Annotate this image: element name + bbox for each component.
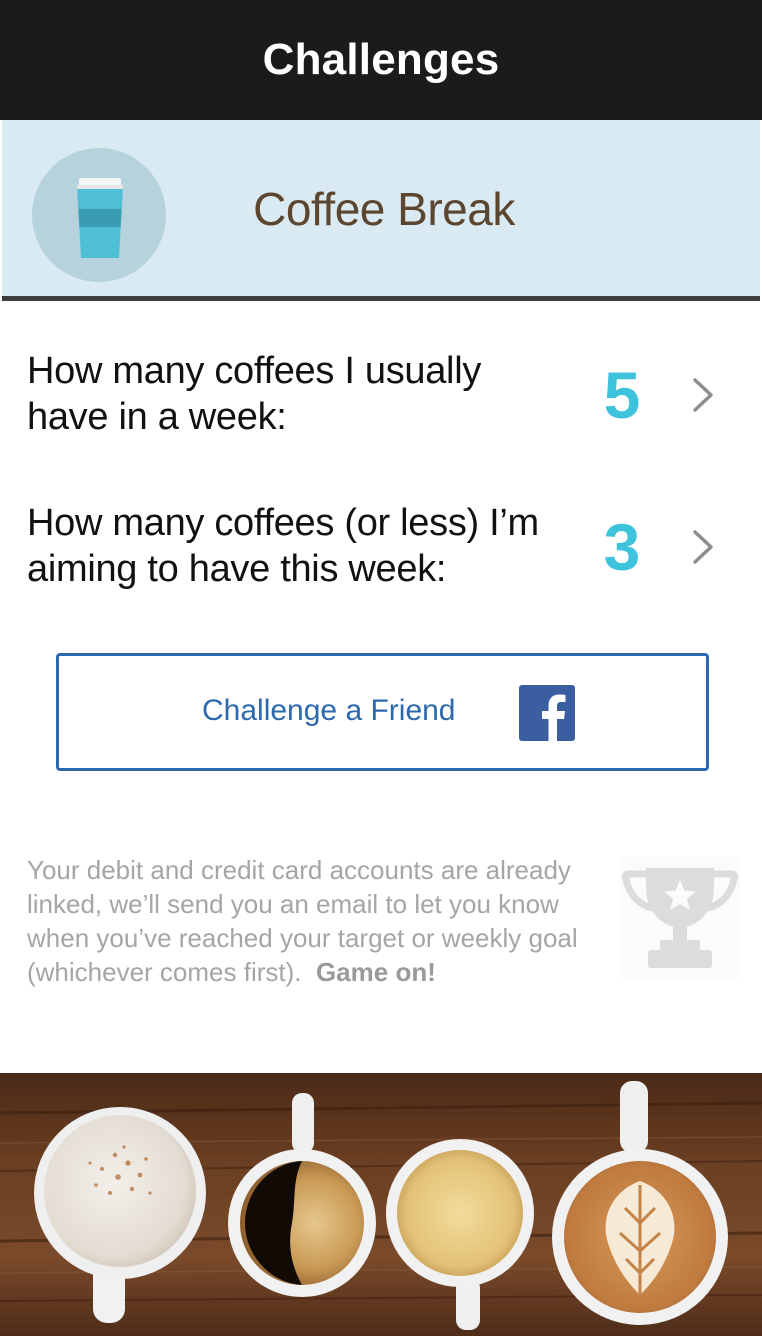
challenge-friend-button[interactable]: Challenge a Friend (56, 653, 709, 771)
coffee-cups-photo (0, 1073, 762, 1336)
challenge-banner: Coffee Break (2, 120, 760, 301)
info-body: Your debit and credit card accounts are … (27, 855, 578, 987)
game-on-text: Game on! (315, 957, 436, 987)
target-coffees-value: 3 (603, 510, 641, 584)
challenge-title: Coffee Break (253, 183, 515, 235)
target-coffees-label: How many coffees (or less) I’m aiming to… (27, 500, 567, 592)
usual-coffees-value: 5 (603, 358, 641, 432)
trophy-icon (620, 856, 740, 978)
chevron-right-icon[interactable] (690, 528, 716, 566)
page-title: Challenges (262, 35, 500, 84)
usual-coffees-row[interactable]: How many coffees I usually have in a wee… (0, 340, 762, 450)
challenge-friend-label: Challenge a Friend (202, 694, 456, 727)
usual-coffees-label-line1: How many coffees I usually (27, 350, 482, 392)
linked-accounts-info: Your debit and credit card accounts are … (27, 853, 627, 989)
target-coffees-label-line2: aiming to have this week: (27, 548, 447, 590)
usual-coffees-label-line2: have in a week: (27, 396, 287, 438)
target-coffees-row[interactable]: How many coffees (or less) I’m aiming to… (0, 492, 762, 602)
target-coffees-label-line1: How many coffees (or less) I’m (27, 502, 539, 544)
facebook-icon (519, 685, 575, 741)
usual-coffees-label: How many coffees I usually have in a wee… (27, 348, 567, 440)
navigation-bar: Challenges (0, 0, 762, 120)
chevron-right-icon[interactable] (690, 376, 716, 414)
